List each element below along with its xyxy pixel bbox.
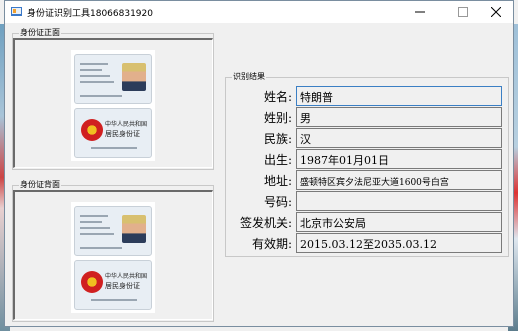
portrait-photo (122, 63, 146, 91)
title-bar[interactable]: 身份证识别工具18066831920 (5, 1, 513, 23)
issuing-authority-field[interactable]: 北京市公安局 (296, 212, 502, 232)
validity-field[interactable]: 2015.03.12至2035.03.12 (296, 233, 502, 253)
close-button[interactable] (479, 1, 513, 23)
portrait-photo (122, 215, 146, 243)
card-text-line (91, 299, 137, 301)
issuing-authority-label: 签发机关: (239, 216, 292, 230)
maximize-button[interactable] (446, 1, 480, 23)
back-card-image: 中华人民共和国 居民身份证 (71, 202, 155, 313)
birth-label: 出生: (263, 153, 292, 167)
card-text-line (80, 233, 114, 235)
front-groupbox: 身份证正面 中华人民共和国 居民身份证 (12, 27, 214, 170)
birth-field[interactable]: 1987年01月01日 (296, 149, 502, 169)
front-card-photo-side (74, 54, 152, 104)
address-label: 地址: (263, 174, 292, 188)
front-card-image: 中华人民共和国 居民身份证 (71, 50, 155, 161)
back-image-box[interactable]: 中华人民共和国 居民身份证 (13, 190, 213, 320)
result-group-label: 识别结果 (232, 71, 266, 82)
app-icon (11, 7, 22, 16)
gender-field[interactable]: 男 (296, 107, 502, 127)
address-field[interactable]: 盛顿特区宾夕法尼亚大道1600号白宫 (296, 170, 502, 190)
card-text-line (80, 221, 102, 223)
back-groupbox: 身份证背面 中华人民共和国 居民身份证 (12, 179, 214, 322)
national-emblem-icon (81, 119, 103, 141)
back-card-emblem-side: 中华人民共和国 居民身份证 (74, 260, 152, 310)
card-text-line (80, 69, 102, 71)
ethnicity-label: 民族: (263, 132, 292, 146)
result-groupbox: 识别结果 姓名: 特朗普 姓别: 男 民族: 汉 出生: 1987年01月01日… (225, 71, 509, 257)
card-text-line (80, 227, 110, 229)
front-image-box[interactable]: 中华人民共和国 居民身份证 (13, 38, 213, 168)
card-title-line2: 居民身份证 (105, 130, 140, 138)
minimize-button[interactable] (403, 1, 437, 23)
id-number-field[interactable] (296, 191, 502, 211)
back-card-photo-side (74, 206, 152, 256)
window-title: 身份证识别工具18066831920 (27, 9, 153, 19)
name-field[interactable]: 特朗普 (296, 86, 502, 106)
close-icon (491, 7, 501, 17)
card-text-line (80, 215, 108, 217)
card-text-line (80, 247, 122, 249)
gender-label: 姓别: (263, 111, 292, 125)
card-title-line2: 居民身份证 (105, 282, 140, 290)
card-text-line (80, 75, 110, 77)
minimize-icon (415, 11, 425, 13)
ethnicity-field[interactable]: 汉 (296, 128, 502, 148)
national-emblem-icon (81, 271, 103, 293)
card-text-line (80, 63, 108, 65)
card-text-line (91, 147, 137, 149)
card-title-line1: 中华人民共和国 (105, 273, 148, 280)
validity-label: 有效期: (251, 237, 292, 251)
front-group-label: 身份证正面 (19, 27, 61, 38)
name-label: 姓名: (263, 90, 292, 104)
app-window: 身份证识别工具18066831920 身份证正面 中华人民共和国 居民身份证 身… (4, 0, 514, 327)
maximize-icon (458, 7, 468, 17)
card-title-line1: 中华人民共和国 (105, 121, 148, 128)
card-text-line (80, 95, 122, 97)
card-text-line (80, 81, 114, 83)
back-group-label: 身份证背面 (19, 179, 61, 190)
id-number-label: 号码: (263, 195, 292, 209)
front-card-emblem-side: 中华人民共和国 居民身份证 (74, 108, 152, 158)
